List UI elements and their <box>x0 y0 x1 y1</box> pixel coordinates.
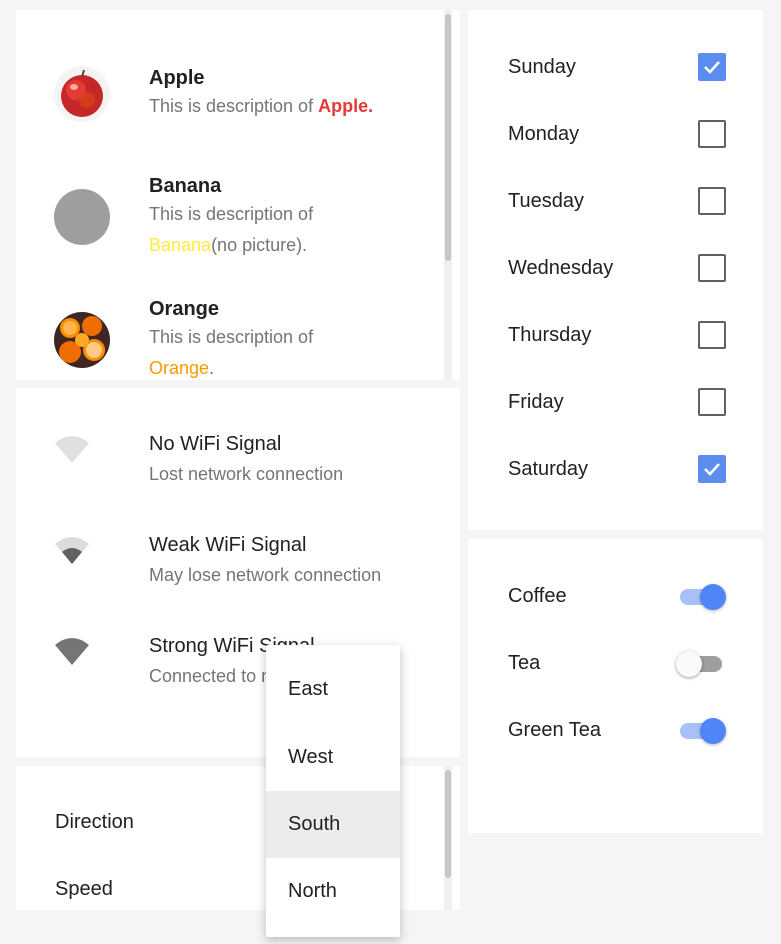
list-item-weak-wifi[interactable]: Weak WiFi Signal May lose network connec… <box>54 534 440 594</box>
description-suffix: (no picture). <box>211 235 308 255</box>
list-item-apple[interactable]: Apple This is description of Apple. <box>54 66 420 126</box>
tea-toggle[interactable] <box>676 649 726 677</box>
description-text: This is description of <box>149 204 314 224</box>
wifi-subtitle: May lose network connection <box>149 565 382 585</box>
day-checkbox[interactable] <box>698 187 726 215</box>
settings-scrollbar[interactable] <box>444 766 452 910</box>
description-text: This is description of <box>149 327 314 347</box>
fruit-title: Orange <box>149 298 220 320</box>
day-checkbox[interactable] <box>698 388 726 416</box>
day-row-monday[interactable]: Monday <box>508 120 726 150</box>
menu-item-label: East <box>288 678 329 700</box>
description-suffix: . <box>209 358 215 378</box>
drink-label: Tea <box>508 652 541 674</box>
direction-dropdown-menu: East West South North <box>266 645 400 937</box>
check-icon <box>704 463 720 476</box>
wifi-title: Weak WiFi Signal <box>149 534 307 556</box>
day-label: Monday <box>508 123 580 145</box>
fruit-list-scrollbar[interactable] <box>444 10 452 380</box>
drink-row-green-tea[interactable]: Green Tea <box>508 714 726 746</box>
menu-item-north[interactable]: North <box>266 858 400 925</box>
day-label: Tuesday <box>508 190 584 212</box>
menu-item-east[interactable]: East <box>266 656 400 723</box>
menu-item-west[interactable]: West <box>266 724 400 791</box>
scrollbar-thumb[interactable] <box>445 14 451 261</box>
scrollbar-thumb[interactable] <box>445 770 451 878</box>
green-tea-toggle[interactable] <box>676 716 726 744</box>
wifi-none-icon <box>55 436 89 463</box>
wifi-weak-icon <box>55 537 89 564</box>
day-row-tuesday[interactable]: Tuesday <box>508 187 726 217</box>
apple-image <box>54 66 110 122</box>
menu-item-south[interactable]: South <box>266 791 400 858</box>
wifi-title: No WiFi Signal <box>149 433 282 455</box>
menu-item-label: North <box>288 880 337 902</box>
list-item-banana[interactable]: Banana This is description of Banana(no … <box>54 174 420 266</box>
placeholder-avatar <box>54 189 110 245</box>
wifi-subtitle: Lost network connection <box>149 464 344 484</box>
description-text: This is description of <box>149 96 319 116</box>
fruit-description: This is description of Banana(no picture… <box>149 199 449 261</box>
menu-item-label: West <box>288 746 334 768</box>
day-checkbox[interactable] <box>698 321 726 349</box>
day-checkbox[interactable] <box>698 53 726 81</box>
day-checkbox[interactable] <box>698 120 726 148</box>
day-label: Wednesday <box>508 257 614 279</box>
drink-label: Green Tea <box>508 719 602 741</box>
speed-label[interactable]: Speed <box>55 878 113 901</box>
wifi-strong-icon <box>55 638 89 665</box>
fruit-description: This is description of Orange. <box>149 322 449 380</box>
direction-label[interactable]: Direction <box>55 811 134 834</box>
drink-row-coffee[interactable]: Coffee <box>508 580 726 612</box>
day-row-saturday[interactable]: Saturday <box>508 455 726 485</box>
weekday-panel: Sunday Monday Tuesday Wednesday Thursday… <box>468 10 763 530</box>
drinks-panel: Coffee Tea Green Tea <box>468 539 763 833</box>
check-icon <box>704 61 720 74</box>
day-label: Friday <box>508 391 564 413</box>
fruit-title: Apple <box>149 67 205 89</box>
fruit-name-highlight: Orange <box>149 358 210 378</box>
day-row-sunday[interactable]: Sunday <box>508 53 726 83</box>
list-item-orange[interactable]: Orange This is description of Orange. <box>54 297 420 380</box>
day-label: Sunday <box>508 56 576 78</box>
day-checkbox[interactable] <box>698 455 726 483</box>
menu-item-label: South <box>288 813 341 835</box>
drink-label: Coffee <box>508 585 567 607</box>
day-row-thursday[interactable]: Thursday <box>508 321 726 351</box>
day-row-wednesday[interactable]: Wednesday <box>508 254 726 284</box>
fruit-title: Banana <box>149 175 222 197</box>
fruit-name-highlight: Apple. <box>318 96 374 116</box>
fruit-name-highlight: Banana <box>149 235 212 255</box>
day-label: Thursday <box>508 324 592 346</box>
list-item-no-wifi[interactable]: No WiFi Signal Lost network connection <box>54 433 440 493</box>
drink-row-tea[interactable]: Tea <box>508 647 726 679</box>
day-checkbox[interactable] <box>698 254 726 282</box>
orange-image <box>54 312 110 368</box>
day-row-friday[interactable]: Friday <box>508 388 726 418</box>
fruit-description: This is description of Apple. <box>149 91 449 122</box>
coffee-toggle[interactable] <box>676 582 726 610</box>
day-label: Saturday <box>508 458 589 480</box>
fruit-list-panel: Apple This is description of Apple. Bana… <box>16 10 460 380</box>
